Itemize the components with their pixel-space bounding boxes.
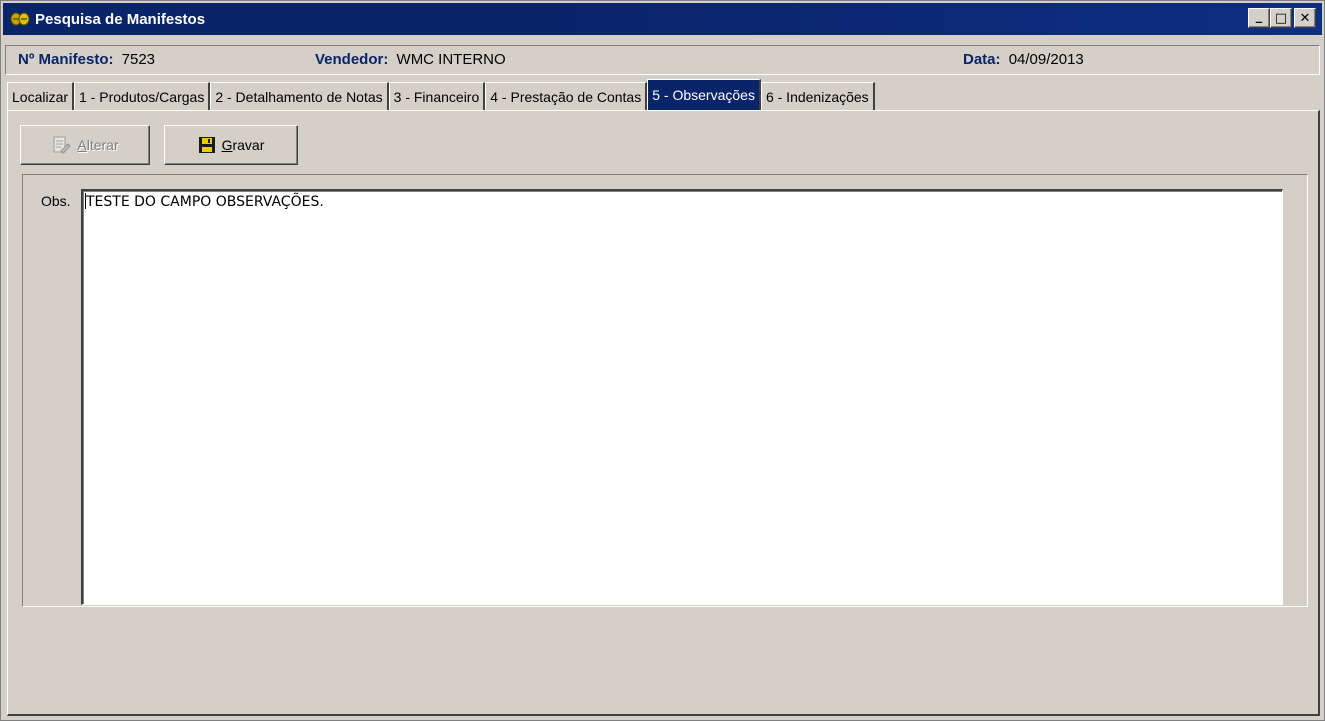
- app-icon: [9, 8, 31, 30]
- main-window: Pesquisa de Manifestos _ □ ✕ Nº Manifest…: [0, 0, 1325, 721]
- tab-indenizacoes[interactable]: 6 - Indenizações: [760, 82, 875, 110]
- close-button[interactable]: ✕: [1294, 8, 1316, 28]
- observations-text: TESTE DO CAMPO OBSERVAÇÕES.: [86, 194, 324, 210]
- save-icon: [198, 136, 216, 154]
- edit-document-icon: [51, 135, 72, 155]
- manifest-number-value: 7523: [121, 51, 156, 68]
- date-value: 04/09/2013: [1008, 51, 1084, 68]
- obs-label: Obs.: [41, 193, 71, 209]
- alterar-label: Alterar: [77, 137, 119, 153]
- tab-prestacao-contas[interactable]: 4 - Prestação de Contas: [485, 82, 648, 110]
- tab-localizar[interactable]: Localizar: [7, 82, 75, 110]
- tab-financeiro[interactable]: 3 - Financeiro: [388, 82, 486, 110]
- window-controls: _ □ ✕: [1248, 8, 1316, 28]
- alterar-button[interactable]: Alterar: [20, 125, 150, 165]
- tab-detalhamento-notas[interactable]: 2 - Detalhamento de Notas: [210, 82, 389, 110]
- tab-strip: Localizar 1 - Produtos/Cargas 2 - Detalh…: [7, 79, 875, 110]
- tab-produtos-cargas[interactable]: 1 - Produtos/Cargas: [74, 82, 211, 110]
- gravar-button[interactable]: Gravar: [164, 125, 298, 165]
- tab-observacoes[interactable]: 5 - Observações: [647, 79, 761, 110]
- seller: Vendedor: WMC INTERNO: [315, 51, 506, 68]
- observations-textarea[interactable]: TESTE DO CAMPO OBSERVAÇÕES.: [81, 189, 1283, 605]
- manifest-info-bar: Nº Manifesto: 7523 Vendedor: WMC INTERNO…: [5, 45, 1320, 75]
- date: Data: 04/09/2013: [963, 51, 1084, 68]
- manifest-number: Nº Manifesto: 7523: [18, 51, 155, 68]
- gravar-label: Gravar: [221, 137, 265, 153]
- close-icon: ✕: [1299, 10, 1311, 26]
- tab-page-observacoes: Alterar Gravar Obs. TESTE DO CAMPO OBSER…: [7, 110, 1320, 716]
- minimize-icon: _: [1255, 8, 1263, 24]
- minimize-button[interactable]: _: [1248, 8, 1270, 28]
- date-label: Data:: [963, 51, 1001, 68]
- manifest-number-label: Nº Manifesto:: [18, 51, 114, 68]
- maximize-button[interactable]: □: [1270, 8, 1292, 28]
- window-title: Pesquisa de Manifestos: [35, 10, 206, 28]
- title-bar[interactable]: Pesquisa de Manifestos _ □ ✕: [3, 3, 1322, 35]
- seller-value: WMC INTERNO: [396, 51, 506, 68]
- observations-panel: Obs. TESTE DO CAMPO OBSERVAÇÕES.: [22, 174, 1308, 607]
- maximize-icon: □: [1274, 10, 1288, 26]
- seller-label: Vendedor:: [315, 51, 389, 68]
